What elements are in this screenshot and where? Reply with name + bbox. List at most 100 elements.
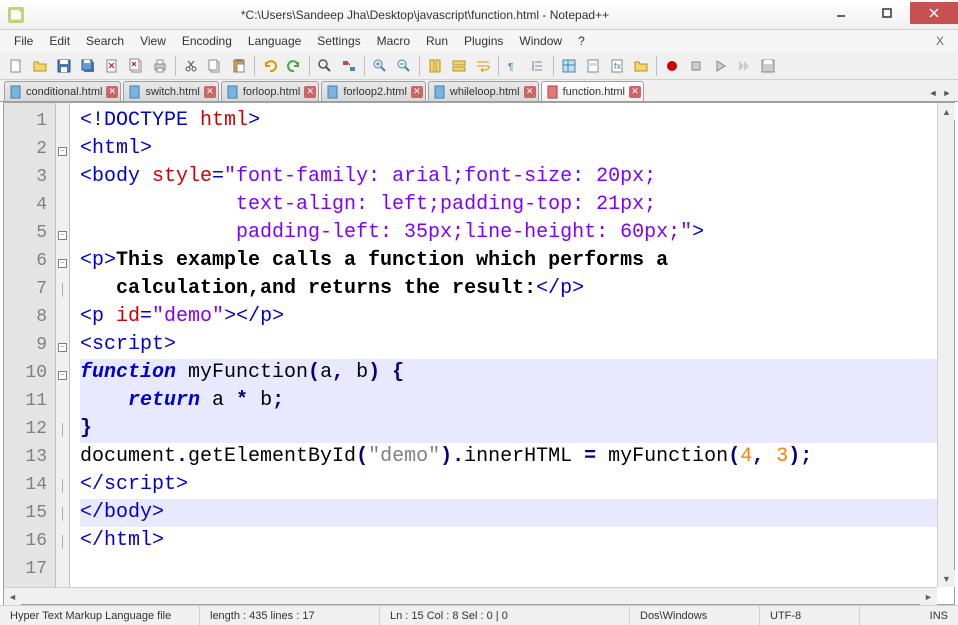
tab-forloop[interactable]: forloop.html ✕ — [221, 81, 319, 101]
code-line[interactable]: document.getElementById("demo").innerHTM… — [80, 443, 954, 471]
lang-icon[interactable] — [558, 55, 580, 77]
code-line[interactable]: text-align: left;padding-top: 21px; — [80, 191, 954, 219]
menu-file[interactable]: File — [6, 32, 41, 50]
menu-language[interactable]: Language — [240, 32, 309, 50]
code-area[interactable]: <!DOCTYPE html><html><body style="font-f… — [70, 103, 954, 604]
line-number: 2 — [4, 135, 47, 163]
wrap-icon[interactable] — [472, 55, 494, 77]
close-file-icon[interactable] — [101, 55, 123, 77]
close-button[interactable] — [910, 2, 958, 24]
zoom-out-icon[interactable] — [393, 55, 415, 77]
scroll-down-icon[interactable]: ▼ — [938, 570, 955, 587]
toolbar-separator — [175, 56, 176, 76]
menu-view[interactable]: View — [132, 32, 174, 50]
menu-plugins[interactable]: Plugins — [456, 32, 511, 50]
code-line[interactable]: <body style="font-family: arial;font-siz… — [80, 163, 954, 191]
menu-macro[interactable]: Macro — [369, 32, 418, 50]
code-line[interactable] — [80, 555, 954, 583]
menu-run[interactable]: Run — [418, 32, 456, 50]
tab-function[interactable]: function.html✕ — [541, 81, 644, 101]
menu-window[interactable]: Window — [511, 32, 570, 50]
line-number: 6 — [4, 247, 47, 275]
code-line[interactable]: } — [80, 415, 954, 443]
menu-settings[interactable]: Settings — [309, 32, 368, 50]
save-macro-icon[interactable] — [757, 55, 779, 77]
open-file-icon[interactable] — [29, 55, 51, 77]
fold-marker[interactable]: − — [56, 219, 69, 247]
fold-marker[interactable]: − — [56, 135, 69, 163]
line-number-gutter: 1234567891011121314151617 — [4, 103, 56, 604]
tab-nav-left-icon[interactable]: ◄ — [926, 85, 940, 101]
code-line[interactable]: </html> — [80, 527, 954, 555]
cut-icon[interactable] — [180, 55, 202, 77]
code-line[interactable]: <html> — [80, 135, 954, 163]
play-multi-icon[interactable] — [733, 55, 755, 77]
indent-guide-icon[interactable] — [527, 55, 549, 77]
save-all-icon[interactable] — [77, 55, 99, 77]
find-icon[interactable] — [314, 55, 336, 77]
vertical-scrollbar[interactable]: ▲ ▼ — [937, 103, 954, 587]
tab-switch[interactable]: switch.html✕ — [123, 81, 218, 101]
status-encoding: UTF-8 — [760, 606, 860, 625]
tab-close-icon[interactable]: ✕ — [304, 86, 316, 98]
play-macro-icon[interactable] — [709, 55, 731, 77]
tab-label: forloop.html — [243, 86, 300, 98]
close-all-icon[interactable] — [125, 55, 147, 77]
scroll-left-icon[interactable]: ◄ — [4, 588, 21, 605]
new-file-icon[interactable] — [5, 55, 27, 77]
horizontal-scrollbar[interactable]: ◄ ► — [4, 587, 937, 604]
redo-icon[interactable] — [283, 55, 305, 77]
line-number: 9 — [4, 331, 47, 359]
sync-h-icon[interactable] — [448, 55, 470, 77]
code-line[interactable]: <p>This example calls a function which p… — [80, 247, 954, 275]
func-list-icon[interactable]: fx — [606, 55, 628, 77]
menu-edit[interactable]: Edit — [41, 32, 78, 50]
menu-help[interactable]: ? — [570, 32, 593, 50]
titlebar: *C:\Users\Sandeep Jha\Desktop\javascript… — [0, 0, 958, 30]
tab-nav-right-icon[interactable]: ► — [940, 85, 954, 101]
tab-whileloop[interactable]: whileloop.html✕ — [428, 81, 539, 101]
menu-search[interactable]: Search — [78, 32, 132, 50]
undo-icon[interactable] — [259, 55, 281, 77]
tab-close-icon[interactable]: ✕ — [524, 86, 536, 98]
show-chars-icon[interactable]: ¶ — [503, 55, 525, 77]
print-icon[interactable] — [149, 55, 171, 77]
tab-close-icon[interactable]: ✕ — [629, 86, 641, 98]
record-macro-icon[interactable] — [661, 55, 683, 77]
fold-marker[interactable]: − — [56, 359, 69, 387]
menubar-close-icon[interactable]: X — [928, 34, 952, 48]
toolbar-separator — [309, 56, 310, 76]
scroll-up-icon[interactable]: ▲ — [938, 103, 955, 120]
zoom-in-icon[interactable] — [369, 55, 391, 77]
code-line[interactable]: calculation,and returns the result:</p> — [80, 275, 954, 303]
doc-map-icon[interactable] — [582, 55, 604, 77]
tab-close-icon[interactable]: ✕ — [106, 86, 118, 98]
tab-conditional[interactable]: conditional.html✕ — [4, 81, 121, 101]
paste-icon[interactable] — [228, 55, 250, 77]
toolbar-separator — [498, 56, 499, 76]
tab-forloop2[interactable]: forloop2.html✕ — [321, 81, 426, 101]
fold-marker: │ — [56, 415, 69, 443]
tab-close-icon[interactable]: ✕ — [411, 86, 423, 98]
save-icon[interactable] — [53, 55, 75, 77]
maximize-button[interactable] — [864, 2, 910, 24]
folder-tree-icon[interactable] — [630, 55, 652, 77]
code-line[interactable]: return a * b; — [80, 387, 954, 415]
code-line[interactable]: </script> — [80, 471, 954, 499]
replace-icon[interactable] — [338, 55, 360, 77]
fold-marker[interactable]: − — [56, 331, 69, 359]
code-line[interactable]: padding-left: 35px;line-height: 60px;"> — [80, 219, 954, 247]
fold-marker[interactable]: − — [56, 247, 69, 275]
code-line[interactable]: <script> — [80, 331, 954, 359]
code-line[interactable]: </body> — [80, 499, 954, 527]
code-line[interactable]: function myFunction(a, b) { — [80, 359, 954, 387]
copy-icon[interactable] — [204, 55, 226, 77]
minimize-button[interactable] — [818, 2, 864, 24]
sync-v-icon[interactable] — [424, 55, 446, 77]
code-line[interactable]: <!DOCTYPE html> — [80, 107, 954, 135]
scroll-right-icon[interactable]: ► — [920, 588, 937, 605]
stop-macro-icon[interactable] — [685, 55, 707, 77]
tab-close-icon[interactable]: ✕ — [204, 86, 216, 98]
menu-encoding[interactable]: Encoding — [174, 32, 240, 50]
code-line[interactable]: <p id="demo"></p> — [80, 303, 954, 331]
